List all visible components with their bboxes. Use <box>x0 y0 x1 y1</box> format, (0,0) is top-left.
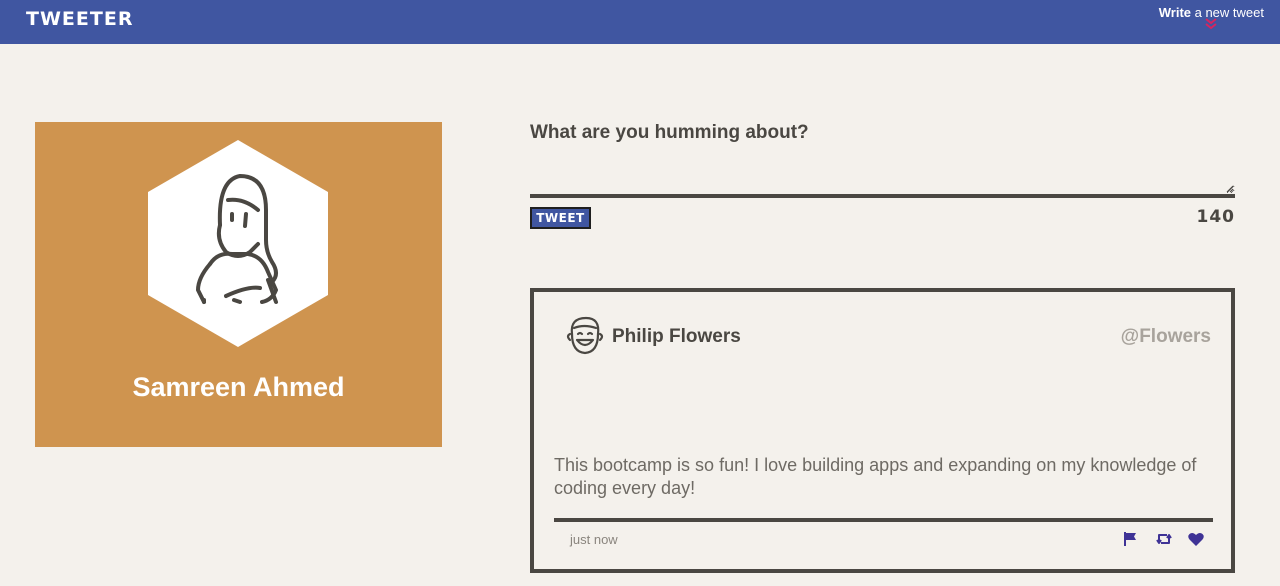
profile-name: Samreen Ahmed <box>132 372 345 402</box>
resize-handle-icon[interactable] <box>1226 185 1234 193</box>
write-label: Write <box>1158 5 1191 20</box>
tweet-textarea[interactable] <box>530 152 1235 198</box>
tweet-author-name: Philip Flowers <box>612 326 741 347</box>
tweet-actions <box>1112 530 1205 548</box>
tweet-content: This bootcamp is so fun! I love building… <box>554 455 1197 498</box>
new-tweet-label: a new tweet <box>1191 5 1264 20</box>
write-new-tweet-link[interactable]: Write a new tweet <box>1159 5 1264 30</box>
profile-card: Samreen Ahmed <box>35 122 442 447</box>
tweet-button[interactable]: TWEET <box>530 207 591 229</box>
heart-icon[interactable] <box>1187 530 1205 548</box>
char-counter: 140 <box>1196 207 1235 227</box>
retweet-icon[interactable] <box>1155 530 1173 548</box>
woman-avatar-icon <box>148 140 328 347</box>
app-logo[interactable]: TWEETER <box>26 8 133 30</box>
tweet-card: Philip Flowers @Flowers This bootcamp is… <box>530 288 1235 573</box>
laughing-man-avatar-icon <box>566 316 604 355</box>
tweet-author-handle: @Flowers <box>1120 326 1211 347</box>
composer-label: What are you humming about? <box>530 122 809 143</box>
tweet-divider <box>554 518 1213 522</box>
navbar: TWEETER Write a new tweet <box>0 0 1280 44</box>
flag-icon[interactable] <box>1122 530 1140 548</box>
tweet-timestamp: just now <box>570 532 618 547</box>
